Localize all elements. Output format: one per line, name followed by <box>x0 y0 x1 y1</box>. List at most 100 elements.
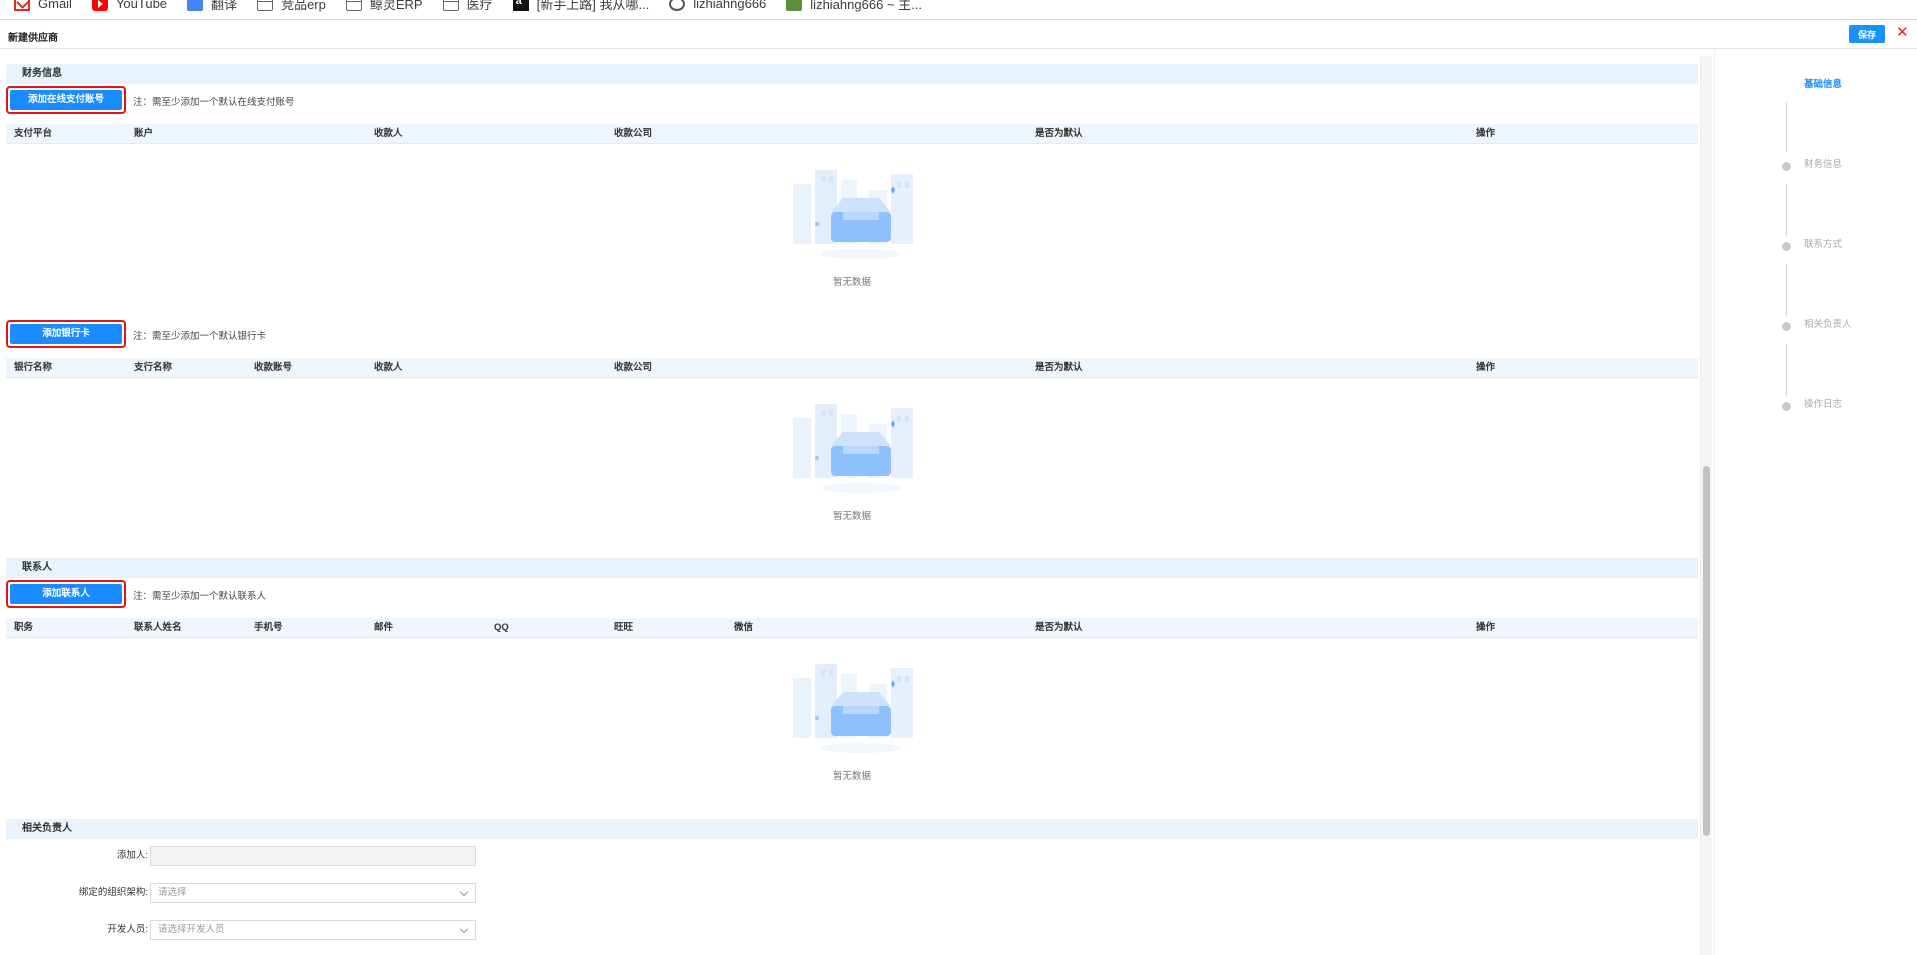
amazon-icon <box>512 0 529 11</box>
column-header: 是否为默认 <box>1035 622 1083 633</box>
org-structure-label: 绑定的组织架构: <box>78 887 148 898</box>
empty-box-icon <box>793 170 913 259</box>
column-header: 手机号 <box>254 622 283 633</box>
bookmark-lizhiahng666-shop[interactable]: lizhiahng666 ~ 主... <box>786 0 922 14</box>
section-header-responsible: 相关负责人 <box>6 819 1698 839</box>
empty-text: 暂无数据 <box>832 277 871 288</box>
column-header: 收款人 <box>374 362 403 373</box>
column-header: 是否为默认 <box>1035 362 1083 373</box>
add-bank-card-button[interactable]: 添加银行卡 <box>6 320 126 348</box>
bank-card-note: 注：需至少添加一个默认银行卡 <box>133 331 267 342</box>
step-dot <box>1782 402 1791 411</box>
column-header: QQ <box>494 622 509 633</box>
form-row-added-by: 添加人: <box>6 846 486 866</box>
bookmark-amazon-forum[interactable]: [新手上路] 我从哪... <box>512 0 650 14</box>
column-header: 旺旺 <box>614 622 634 633</box>
column-header: 账户 <box>134 128 154 139</box>
scrollbar-thumb[interactable] <box>1703 466 1710 836</box>
empty-text: 暂无数据 <box>832 511 871 522</box>
translate-icon <box>187 0 204 11</box>
folder-icon <box>257 0 274 11</box>
contacts-table-header: 职务 联系人姓名 手机号 邮件 QQ 旺旺 微信 是否为默认 操作 <box>6 618 1698 638</box>
column-header: 支行名称 <box>134 362 173 373</box>
developer-placeholder: 请选择开发人员 <box>158 924 225 935</box>
chevron-down-icon <box>459 924 469 934</box>
column-header: 收款账号 <box>254 362 293 373</box>
chevron-down-icon <box>459 887 469 897</box>
bookmark-label: 鲸灵ERP <box>369 0 423 12</box>
add-contact-label: 添加联系人 <box>10 584 122 604</box>
section-header-contacts: 联系人 <box>6 558 1698 578</box>
added-by-label: 添加人: <box>116 850 148 861</box>
online-payment-table-header: 支付平台 账户 收款人 收款公司 是否为默认 操作 <box>6 124 1698 144</box>
empty-box-icon <box>793 664 913 753</box>
bookmark-translate[interactable]: 翻译 <box>187 0 237 14</box>
page-title: 新建供应商 <box>8 33 58 44</box>
step-connector <box>1786 102 1787 152</box>
bookmark-folder-competitor-erp[interactable]: 竞品erp <box>257 0 326 14</box>
step-connector <box>1786 344 1787 396</box>
bookmarks-bar: Gmail YouTube 翻译 竞品erp 鲸灵ERP 医疗 [新手上路] 我… <box>0 0 1917 20</box>
step-dot <box>1782 322 1791 331</box>
vertical-scrollbar[interactable] <box>1700 56 1712 955</box>
bookmark-label: YouTube <box>115 0 168 11</box>
save-button[interactable]: 保存 <box>1849 25 1885 43</box>
empty-text: 暂无数据 <box>832 771 871 782</box>
step-dot <box>1782 162 1791 171</box>
dialog-header: 新建供应商 保存 ✕ <box>0 21 1917 49</box>
step-finance-info[interactable]: 财务信息 <box>1804 156 1842 170</box>
bookmark-label: [新手上路] 我从哪... <box>536 0 650 12</box>
bookmark-lizhiahng666[interactable]: lizhiahng666 <box>669 0 766 14</box>
bookmark-label: 翻译 <box>211 0 238 12</box>
column-header: 微信 <box>734 622 754 633</box>
bookmark-label: 竞品erp <box>281 0 326 12</box>
globe-icon <box>669 0 686 11</box>
added-by-field <box>150 846 476 866</box>
column-header: 银行名称 <box>14 362 53 373</box>
step-connector <box>1786 184 1787 236</box>
form-row-developer: 开发人员: 请选择开发人员 <box>6 920 486 940</box>
column-header: 支付平台 <box>14 128 53 139</box>
column-header: 职务 <box>14 622 34 633</box>
bookmark-folder-medical[interactable]: 医疗 <box>442 0 493 14</box>
main-content: 财务信息 添加在线支付账号 注：需至少添加一个默认在线支付账号 支付平台 账户 … <box>0 50 1700 955</box>
add-online-payment-button[interactable]: 添加在线支付账号 <box>6 86 126 114</box>
column-header: 操作 <box>1476 622 1496 633</box>
add-online-payment-label: 添加在线支付账号 <box>10 90 122 110</box>
add-bank-card-label: 添加银行卡 <box>10 324 122 344</box>
column-header: 联系人姓名 <box>134 622 182 633</box>
step-basic-info[interactable]: 基础信息 <box>1804 76 1842 90</box>
form-row-org-structure: 绑定的组织架构: 请选择 <box>6 883 486 903</box>
column-header: 收款公司 <box>614 128 653 139</box>
contacts-empty-state: 暂无数据 <box>6 656 1698 782</box>
bank-card-empty-state: 暂无数据 <box>6 396 1698 522</box>
section-header-finance: 财务信息 <box>6 64 1698 84</box>
developer-label: 开发人员: <box>107 924 148 935</box>
step-contact-method[interactable]: 联系方式 <box>1804 236 1842 250</box>
bookmark-youtube[interactable]: YouTube <box>91 0 168 14</box>
org-structure-select[interactable]: 请选择 <box>150 883 476 903</box>
org-structure-placeholder: 请选择 <box>158 887 187 898</box>
step-connector <box>1786 264 1787 316</box>
shopify-icon <box>786 0 803 11</box>
bookmark-label: lizhiahng666 ~ 主... <box>810 0 922 12</box>
empty-box-icon <box>793 404 913 493</box>
close-icon[interactable]: ✕ <box>1896 24 1909 42</box>
bookmark-folder-jingling-erp[interactable]: 鲸灵ERP <box>345 0 423 14</box>
bookmark-gmail[interactable]: Gmail <box>14 0 72 14</box>
column-header: 收款公司 <box>614 362 653 373</box>
gmail-icon <box>14 0 30 11</box>
column-header: 邮件 <box>374 622 394 633</box>
online-payment-note: 注：需至少添加一个默认在线支付账号 <box>133 97 295 108</box>
bookmark-label: lizhiahng666 <box>693 0 767 11</box>
column-header: 操作 <box>1476 128 1496 139</box>
step-operation-log[interactable]: 操作日志 <box>1804 396 1842 410</box>
column-header: 收款人 <box>374 128 403 139</box>
step-responsible[interactable]: 相关负责人 <box>1804 316 1852 330</box>
column-header: 是否为默认 <box>1035 128 1083 139</box>
contact-note: 注：需至少添加一个默认联系人 <box>133 591 267 602</box>
bank-card-table-header: 银行名称 支行名称 收款账号 收款人 收款公司 是否为默认 操作 <box>6 358 1698 378</box>
youtube-icon <box>91 0 108 11</box>
add-contact-button[interactable]: 添加联系人 <box>6 580 126 608</box>
developer-select[interactable]: 请选择开发人员 <box>150 920 476 940</box>
